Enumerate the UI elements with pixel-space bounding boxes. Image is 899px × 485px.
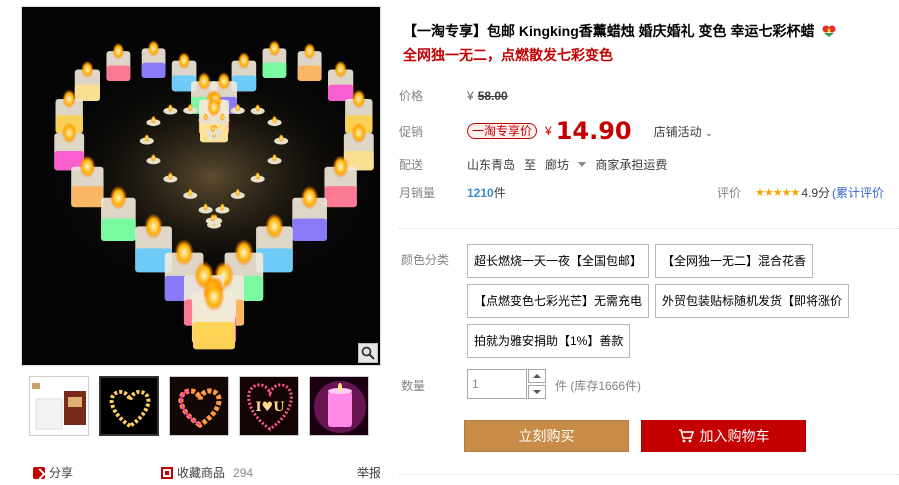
report-link[interactable]: 举报	[357, 464, 381, 481]
thumbnail-candle-heart-dark	[101, 378, 157, 434]
arrow-up-icon	[533, 374, 541, 378]
buy-now-label: 立刻购买	[518, 428, 575, 444]
tealight-flame	[255, 172, 261, 180]
promo-currency: ¥	[545, 124, 552, 138]
buy-now-button[interactable]: 立刻购买	[464, 420, 629, 452]
shipping-from: 山东青岛	[467, 158, 516, 172]
thumbnail-2[interactable]	[99, 376, 159, 436]
quantity-decrease-button[interactable]	[528, 385, 546, 399]
stock-text: 件 (库存1666件)	[555, 379, 642, 393]
shop-activity-dropdown[interactable]: 店铺活动 ⌄	[654, 123, 713, 140]
divider-bottom	[399, 474, 899, 475]
tealight-flame	[210, 124, 216, 133]
candle-heart-photo	[22, 7, 380, 365]
sales-unit: 件	[493, 186, 506, 200]
share-link[interactable]: 分享	[33, 464, 73, 481]
arrow-down-icon	[533, 390, 541, 394]
thumbnail-white-candle-box	[30, 377, 88, 435]
product-gallery: I♥U 分享 收藏商品 294 举报	[21, 6, 381, 480]
add-to-cart-button[interactable]: 加入购物车	[641, 420, 806, 452]
shipping-destination-select[interactable]: 廊坊	[545, 156, 587, 173]
shipping-fee: 商家承担运费	[595, 158, 668, 172]
tealight-flame	[150, 153, 156, 162]
original-price-row: 价格 ¥ 58.00	[399, 87, 508, 104]
main-product-image[interactable]	[21, 6, 381, 366]
shipping-label: 配送	[399, 158, 424, 172]
sales-count: 1210	[467, 185, 494, 200]
thumbnail-pink-candle-cup	[310, 377, 368, 435]
tealight-flame	[272, 115, 278, 124]
shop-activity-label: 店铺活动	[653, 124, 702, 139]
chevron-down-icon: ⌄	[704, 127, 713, 138]
promo-tag: 一淘专享价	[467, 123, 538, 139]
product-title-text: 【一淘专享】包邮 Kingking香薰蜡烛 婚庆婚礼 变色 幸运七彩杯蜡	[403, 23, 815, 39]
quantity-input[interactable]	[467, 369, 527, 399]
sku-option-2[interactable]: 【全网独一无二】混合花香	[655, 244, 814, 278]
tealight-flame	[187, 103, 193, 112]
original-price-label: 价格	[399, 89, 424, 103]
favorite-count: 294	[233, 465, 254, 480]
tealight-flame	[210, 213, 216, 222]
tealight-flame	[203, 112, 209, 121]
shipping-to-word: 至	[524, 158, 537, 172]
rating-stars: ★★★★★	[755, 187, 800, 199]
sku-option-1[interactable]: 超长燃烧一天一夜【全国包邮】	[467, 244, 650, 278]
tealight-flame	[278, 134, 284, 142]
shipping-row: 配送 山东青岛 至 廊坊 商家承担运费	[399, 156, 667, 173]
thumbnail-4[interactable]: I♥U	[239, 376, 299, 436]
product-title: 【一淘专享】包邮 Kingking香薰蜡烛 婚庆婚礼 变色 幸运七彩杯蜡	[403, 21, 836, 41]
tealight-flame	[167, 172, 173, 180]
cart-icon	[678, 429, 694, 443]
tealight-flame	[187, 188, 193, 197]
tealight-flame	[167, 104, 173, 112]
tealight-flame	[219, 203, 225, 212]
sku-option-5[interactable]: 拍就为雅安捐助【1%】善款	[467, 324, 631, 358]
tealight-flame	[203, 203, 209, 212]
gift-icon	[822, 25, 836, 37]
reviews-link[interactable]: (累计评价	[832, 184, 884, 201]
divider	[399, 228, 899, 229]
original-currency: ¥	[467, 88, 474, 103]
thumbnail-3[interactable]	[169, 376, 229, 436]
sales-label: 月销量	[399, 186, 436, 200]
quantity-label: 数量	[401, 379, 426, 393]
rating-score: 4.9分	[801, 186, 831, 200]
tealight-flame	[235, 188, 241, 197]
tealight-flame	[144, 134, 150, 142]
share-label: 分享	[49, 466, 74, 480]
product-subtitle: 全网独一无二，点燃散发七彩变色	[403, 47, 613, 63]
add-to-cart-label: 加入购物车	[699, 428, 770, 444]
original-price-value: 58.00	[477, 88, 508, 103]
sku-label: 颜色分类	[401, 253, 450, 267]
tealight-flame	[219, 112, 225, 121]
tealight-flame	[255, 104, 261, 112]
rating-label: 评价	[717, 186, 742, 200]
sales-row: 月销量 1210 件	[399, 184, 506, 201]
svg-text:I♥U: I♥U	[255, 400, 285, 415]
rating: 评价 ★★★★★ 4.9分 (累计评价	[717, 184, 884, 201]
tealight-flame	[235, 103, 241, 112]
promo-price-row: 促销 一淘专享价 ¥ 14.90 店铺活动 ⌄	[399, 117, 713, 145]
sku-option-3[interactable]: 【点燃变色七彩光芒】无需充电	[467, 284, 650, 318]
sku-option-4[interactable]: 外贸包装贴标随机发货【即将涨价	[655, 284, 850, 318]
tealight-flame	[272, 153, 278, 162]
thumbnail-strip: I♥U	[29, 376, 369, 436]
favorite-label: 收藏商品	[177, 466, 226, 480]
thumbnail-5[interactable]	[309, 376, 369, 436]
triangle-down-icon	[578, 162, 587, 167]
promo-price-label: 促销	[399, 124, 424, 139]
favorite-link[interactable]: 收藏商品 294	[161, 464, 253, 481]
favorite-icon	[161, 466, 174, 479]
thumbnail-candle-heart-glow	[170, 377, 228, 435]
promo-price-value: 14.90	[555, 117, 632, 145]
zoom-button[interactable]	[358, 343, 378, 363]
thumbnail-1[interactable]	[29, 376, 89, 436]
quantity-increase-button[interactable]	[528, 369, 546, 383]
share-icon	[33, 466, 45, 479]
magnifier-icon	[361, 346, 375, 360]
thumbnail-i-love-you: I♥U	[240, 377, 298, 435]
share-bar: 分享 收藏商品 294 举报	[33, 464, 381, 481]
tealight-flame	[150, 115, 156, 124]
shipping-destination: 廊坊	[545, 158, 570, 172]
